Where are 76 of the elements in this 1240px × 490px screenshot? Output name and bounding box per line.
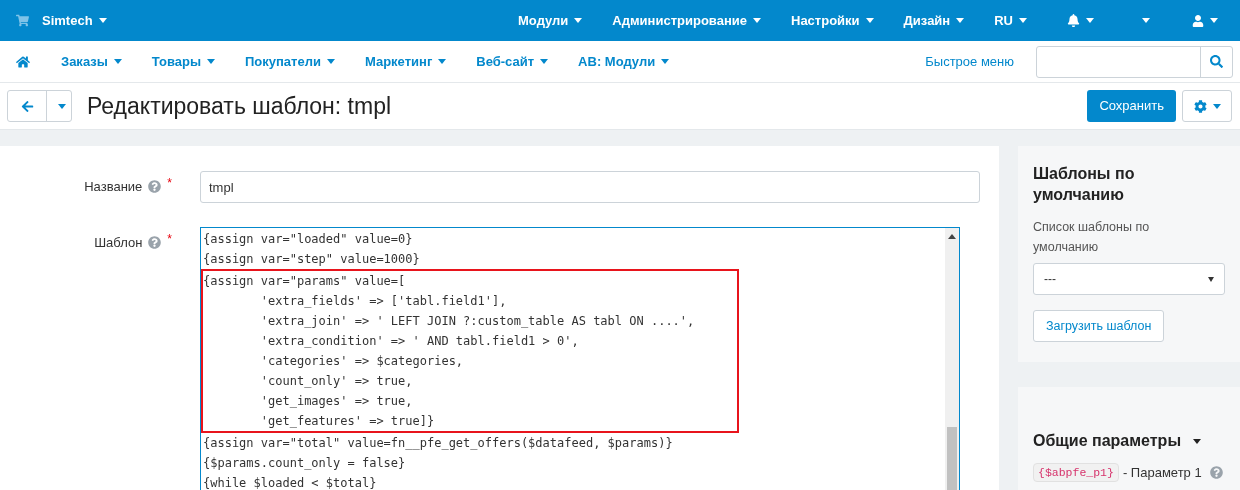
page-title: Редактировать шаблон: tmpl <box>87 91 392 121</box>
code-line: {assign var="step" value=1000} <box>203 251 420 268</box>
caret-icon <box>1193 438 1202 444</box>
nav-menu-item[interactable]: Веб-сайт <box>476 51 549 72</box>
nav-menu-item[interactable]: Покупатели <box>245 51 335 72</box>
caret-icon <box>1019 18 1027 23</box>
nav-menu-item[interactable]: Товары <box>151 51 215 72</box>
help-icon <box>148 236 162 250</box>
caret-icon <box>58 103 66 109</box>
code-line: 'get_images' => true, <box>259 393 413 410</box>
user-menu[interactable] <box>1192 14 1218 27</box>
caret-icon <box>438 59 447 64</box>
settings-dropdown-button[interactable] <box>1182 90 1232 122</box>
top-menu-item[interactable]: Настройки <box>791 10 874 31</box>
top-menu-item[interactable]: Дизайн <box>903 10 965 31</box>
user-icon <box>1192 14 1204 27</box>
cart-icon <box>16 14 29 27</box>
caret-icon <box>753 18 761 23</box>
dropdown-arrow-icon <box>1208 276 1214 282</box>
field-label: Название <box>84 178 143 196</box>
required-mark: * <box>167 174 172 192</box>
top-menu-item[interactable]: Модули <box>518 10 583 31</box>
load-template-button[interactable]: Загрузить шаблон <box>1033 310 1165 342</box>
scrollbar[interactable] <box>945 228 959 490</box>
gear-icon <box>1193 99 1207 113</box>
bell-icon <box>1067 14 1080 27</box>
code-editor[interactable] <box>200 227 960 490</box>
code-line: 'categories' => $categories, <box>259 353 464 370</box>
top-menu-item[interactable]: Администрирование <box>612 10 761 31</box>
section-toggle[interactable]: Общие параметры <box>1033 429 1202 453</box>
nav-menu-item[interactable]: Маркетинг <box>364 51 447 72</box>
top-menu-item[interactable]: RU <box>994 10 1027 31</box>
scrollbar-thumb[interactable] <box>947 427 957 490</box>
code-line: 'extra_fields' => ['tabl.field1'], <box>259 293 507 310</box>
required-mark: * <box>167 230 172 248</box>
caret-icon <box>207 59 215 64</box>
nav-menu-item[interactable]: AB: Модули <box>578 51 670 72</box>
caret-icon <box>1210 18 1218 23</box>
caret-icon <box>98 18 107 23</box>
caret-icon <box>1086 18 1094 23</box>
back-arrow-icon <box>20 99 34 113</box>
save-button[interactable]: Сохранить <box>1087 90 1176 122</box>
parameter-code: {$abpfe_p1} <box>1033 463 1119 483</box>
select-label: Список шаблоны по умолчанию <box>1033 219 1151 256</box>
caret-icon <box>661 59 670 64</box>
caret-icon <box>865 18 874 23</box>
store-menu[interactable]: Simtech <box>42 10 107 31</box>
scroll-up-icon <box>948 234 956 239</box>
parameter-description: - Параметр 1 <box>1122 464 1202 482</box>
sidebar-title: Шаблоны по умолчанию <box>1033 164 1136 205</box>
search-field[interactable] <box>1036 45 1233 78</box>
caret-icon <box>540 59 549 64</box>
notifications-menu[interactable] <box>1067 14 1094 27</box>
code-line: {$params.count_only = false} <box>203 455 406 472</box>
caret-icon <box>1212 103 1221 109</box>
code-line: 'extra_join' => ' LEFT JOIN ?:custom_table AS tabl ON ....', <box>259 313 695 330</box>
caret-icon <box>326 59 335 64</box>
code-line: {assign var="loaded" value=0} <box>203 231 413 248</box>
code-line: {assign var="total" value=fn__pfe_get_offers($datafeed, $params)} <box>203 435 673 452</box>
caret-icon <box>113 59 122 64</box>
template-select[interactable]: --- <box>1033 263 1225 295</box>
code-line: 'get_features' => true]} <box>259 413 435 430</box>
code-line: {while $loaded < $total} <box>203 475 377 490</box>
caret-icon <box>1142 18 1150 23</box>
code-line: 'extra_condition' => ' AND tabl.field1 > 0', <box>259 333 579 350</box>
name-input-field[interactable]: tmpl <box>200 171 980 203</box>
help-icon <box>148 180 162 194</box>
home-icon[interactable] <box>16 54 30 69</box>
quick-menu-link[interactable]: Быстрое меню <box>925 51 1014 72</box>
code-line: {assign var="params" value=[ <box>203 273 406 290</box>
caret-icon <box>956 18 965 23</box>
code-line: 'count_only' => true, <box>259 373 413 390</box>
caret-icon <box>574 18 583 23</box>
help-icon <box>1209 466 1223 480</box>
field-label: Шаблон <box>94 234 143 252</box>
nav-menu-item[interactable]: Заказы <box>61 51 122 72</box>
